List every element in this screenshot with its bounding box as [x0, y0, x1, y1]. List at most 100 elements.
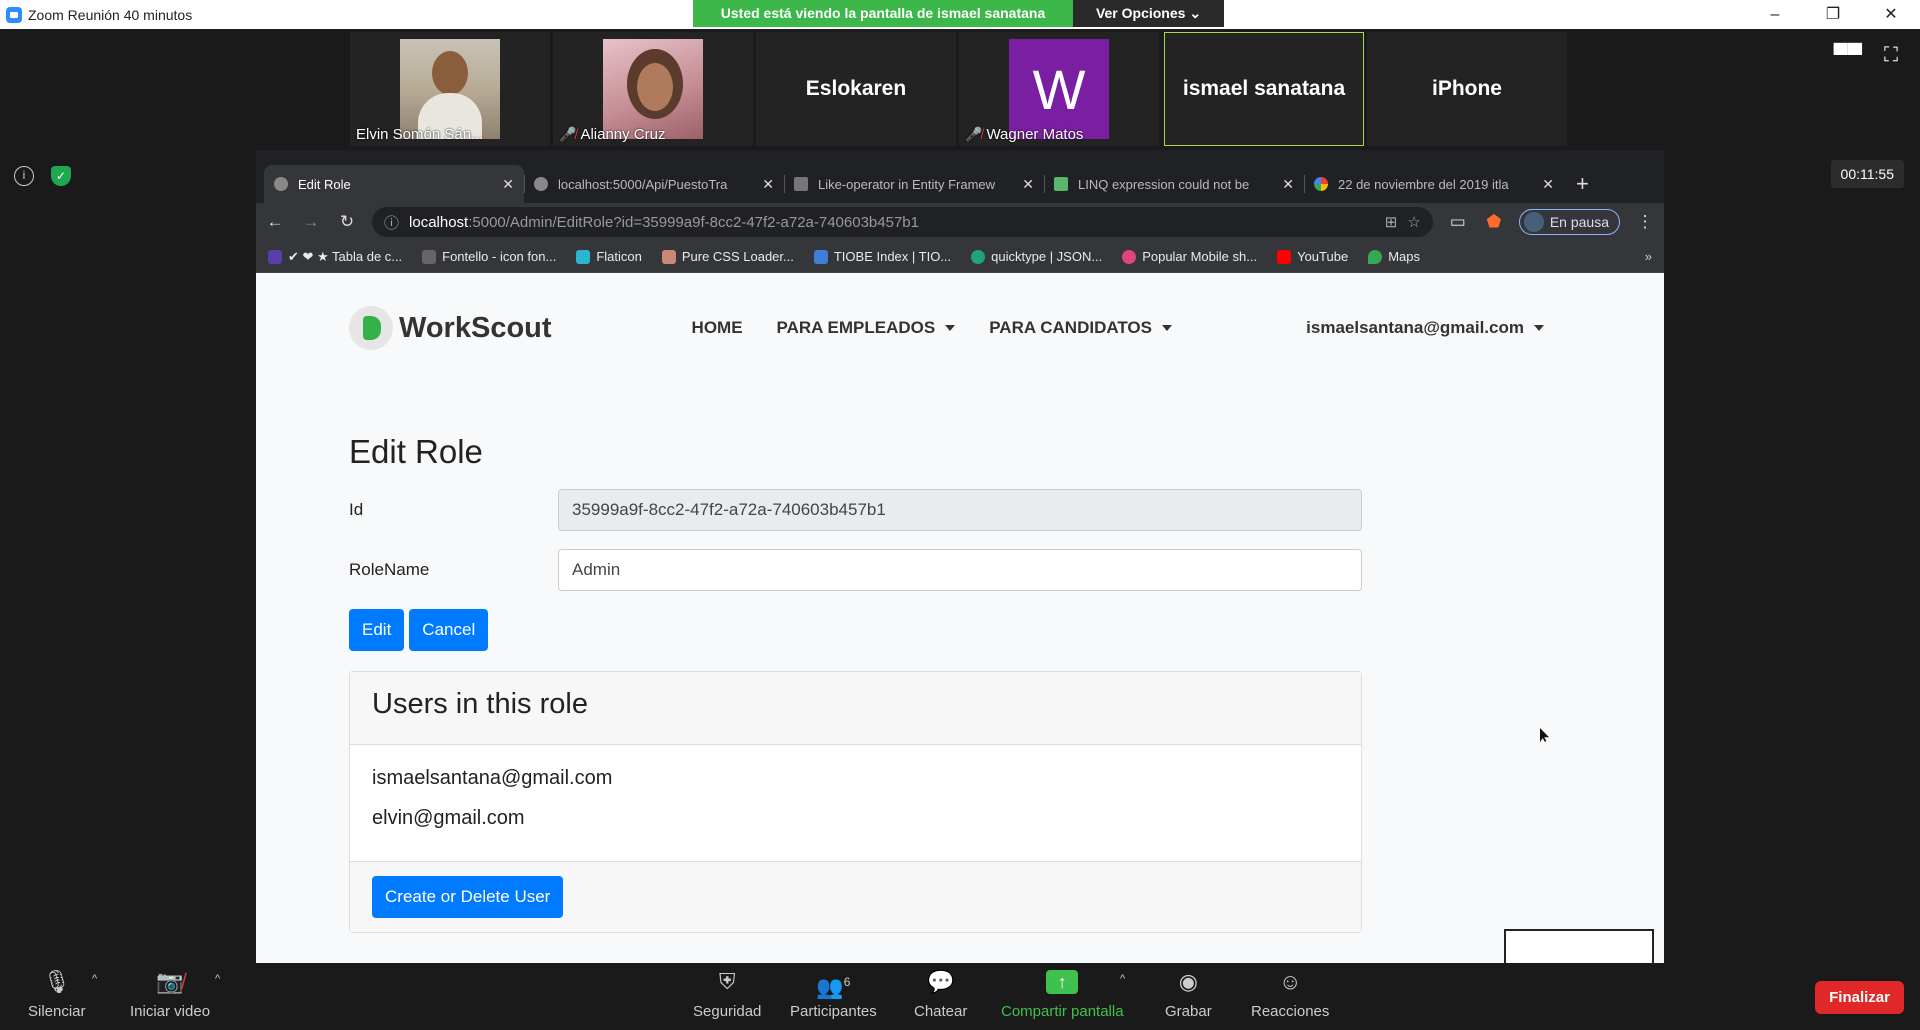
bookmark-item[interactable]: Flaticon: [576, 249, 642, 264]
participant-video: [400, 39, 500, 139]
emoji-icon: ☺: [1278, 969, 1302, 994]
screen-share-thumbnail[interactable]: [1504, 929, 1654, 963]
id-row: Id: [349, 489, 1362, 531]
close-icon[interactable]: ✕: [1862, 0, 1920, 29]
more-bookmarks-icon[interactable]: »: [1645, 249, 1652, 264]
meeting-status: i ✓: [14, 166, 71, 186]
url-text: localhost:5000/Admin/EditRole?id=35999a9…: [409, 213, 919, 231]
participant-name: ismael sanatana: [1182, 77, 1346, 100]
bookmark-item[interactable]: Maps: [1368, 249, 1420, 264]
record-button[interactable]: ◉ Grabar: [1165, 967, 1212, 1020]
close-tab-icon[interactable]: ✕: [502, 176, 514, 193]
participant-name: iPhone: [1431, 77, 1502, 100]
tab-google-search[interactable]: 22 de noviembre del 2019 itla ✕: [1304, 165, 1564, 203]
participant-tile[interactable]: 🎤̸ Alianny Cruz: [553, 32, 753, 146]
share-screen-button[interactable]: ↑ Compartir pantalla: [1001, 967, 1124, 1020]
bookmark-icon: [422, 249, 437, 264]
video-options-icon[interactable]: ^: [215, 973, 220, 985]
site-brand[interactable]: WorkScout: [349, 306, 552, 350]
layout-icon[interactable]: ▀▀: [1834, 44, 1862, 67]
restore-icon[interactable]: ❐: [1804, 0, 1862, 29]
view-options-button[interactable]: Ver Opciones ⌄: [1073, 0, 1224, 27]
close-tab-icon[interactable]: ✕: [1542, 176, 1554, 193]
menu-para-candidatos[interactable]: PARA CANDIDATOS: [989, 318, 1172, 338]
back-arrow-icon[interactable]: ←: [264, 212, 286, 232]
participant-video: [603, 39, 703, 139]
edit-button[interactable]: Edit: [349, 609, 405, 651]
chat-icon: 💬: [926, 969, 955, 994]
bookmark-icon: [576, 249, 591, 264]
close-tab-icon[interactable]: ✕: [762, 176, 774, 193]
tab-edit-role[interactable]: Edit Role ✕: [264, 165, 524, 203]
web-page: WorkScout HOME PARA EMPLEADOS PARA CANDI…: [256, 273, 1664, 963]
close-tab-icon[interactable]: ✕: [1282, 176, 1294, 193]
start-video-button[interactable]: 📷̸ Iniciar video: [130, 967, 210, 1020]
user-menu[interactable]: ismaelsantana@gmail.com: [1306, 318, 1544, 338]
share-banner: Usted está viendo la pantalla de ismael …: [693, 0, 1224, 27]
menu-para-empleados[interactable]: PARA EMPLEADOS: [777, 318, 956, 338]
tab-like-operator[interactable]: Like-operator in Entity Framew ✕: [784, 165, 1044, 203]
tab-linq-expression[interactable]: LINQ expression could not be ✕: [1044, 165, 1304, 203]
id-field[interactable]: [558, 489, 1362, 531]
participant-tile[interactable]: Elvin Somón Sán...: [350, 32, 550, 146]
menu-dots-icon[interactable]: ⋮: [1634, 212, 1656, 232]
rolename-label: RoleName: [349, 560, 430, 579]
bookmark-item[interactable]: Fontello - icon fon...: [422, 249, 556, 264]
window-title: Zoom Reunión 40 minutos: [28, 6, 193, 23]
create-or-delete-user-button[interactable]: Create or Delete User: [372, 876, 564, 918]
edit-role-content: Edit Role Id RoleName Edit Cancel Users …: [349, 433, 1362, 933]
extension-icon[interactable]: ▭: [1447, 212, 1469, 232]
bookmark-item[interactable]: Pure CSS Loader...: [661, 249, 794, 264]
info-icon[interactable]: ⓘ: [384, 212, 399, 233]
end-meeting-button[interactable]: Finalizar: [1815, 981, 1904, 1014]
minimize-icon[interactable]: –: [1746, 0, 1804, 29]
participant-tile-active[interactable]: ismael sanatana: [1164, 32, 1364, 146]
bookmark-item[interactable]: ✔ ❤ ★ Tabla de c...: [268, 249, 402, 265]
bookmark-item[interactable]: YouTube: [1277, 249, 1348, 264]
close-tab-icon[interactable]: ✕: [1022, 176, 1034, 193]
encryption-shield-icon[interactable]: ✓: [51, 166, 71, 186]
share-options-icon[interactable]: ^: [1120, 973, 1125, 985]
forward-arrow-icon[interactable]: →: [300, 212, 322, 232]
translate-icon[interactable]: ⊞: [1385, 213, 1398, 231]
bookmark-item[interactable]: TIOBE Index | TIO...: [813, 249, 951, 264]
reload-icon[interactable]: ↻: [336, 212, 358, 232]
bookmarks-bar: ✔ ❤ ★ Tabla de c... Fontello - icon fon.…: [256, 241, 1664, 273]
bookmark-item[interactable]: quicktype | JSON...: [971, 249, 1102, 264]
google-icon: [1314, 177, 1328, 191]
audio-options-icon[interactable]: ^: [92, 973, 97, 985]
menu-home[interactable]: HOME: [692, 318, 743, 338]
cancel-button[interactable]: Cancel: [409, 609, 489, 651]
reactions-button[interactable]: ☺ Reacciones: [1251, 967, 1329, 1020]
new-tab-icon[interactable]: +: [1576, 171, 1589, 197]
profile-button[interactable]: En pausa: [1518, 209, 1620, 235]
participants-button[interactable]: 👥6 Participantes: [790, 967, 877, 1020]
participant-name: 🎤̸ Wagner Matos: [965, 126, 1084, 143]
participant-tile[interactable]: W 🎤̸ Wagner Matos: [959, 32, 1159, 146]
star-icon[interactable]: ☆: [1407, 213, 1420, 231]
fullscreen-icon[interactable]: ⛶: [1884, 44, 1898, 67]
bookmark-item[interactable]: Popular Mobile sh...: [1122, 249, 1257, 264]
tab-api-puesto[interactable]: localhost:5000/Api/PuestoTra ✕: [524, 165, 784, 203]
mute-button[interactable]: 🎙 Silenciar: [28, 967, 86, 1020]
rolename-field[interactable]: [558, 549, 1362, 591]
participant-tile[interactable]: Eslokaren: [756, 32, 956, 146]
shared-browser-window: Edit Role ✕ localhost:5000/Api/PuestoTra…: [256, 150, 1664, 963]
brave-shield-icon[interactable]: ⬟: [1483, 212, 1505, 232]
site-navbar: WorkScout HOME PARA EMPLEADOS PARA CANDI…: [349, 303, 1544, 353]
page-icon: [794, 177, 808, 191]
chat-button[interactable]: 💬 Chatear: [914, 967, 967, 1020]
info-icon[interactable]: i: [14, 166, 34, 186]
browser-toolbar: ← → ↻ ⓘ localhost:5000/Admin/EditRole?id…: [256, 203, 1664, 241]
globe-icon: [274, 177, 288, 191]
participant-name: Eslokaren: [805, 77, 907, 100]
address-bar[interactable]: ⓘ localhost:5000/Admin/EditRole?id=35999…: [372, 207, 1433, 237]
security-button[interactable]: ⛨ Seguridad: [693, 967, 761, 1020]
zoom-logo-icon: [6, 6, 22, 23]
participant-tile[interactable]: iPhone: [1367, 32, 1567, 146]
mic-muted-icon: 🎤̸: [965, 126, 983, 142]
page-icon: [1054, 177, 1068, 191]
video-off-icon: 📷̸: [156, 969, 184, 994]
mic-muted-icon: 🎤̸: [559, 126, 577, 142]
tab-strip: Edit Role ✕ localhost:5000/Api/PuestoTra…: [256, 150, 1664, 203]
